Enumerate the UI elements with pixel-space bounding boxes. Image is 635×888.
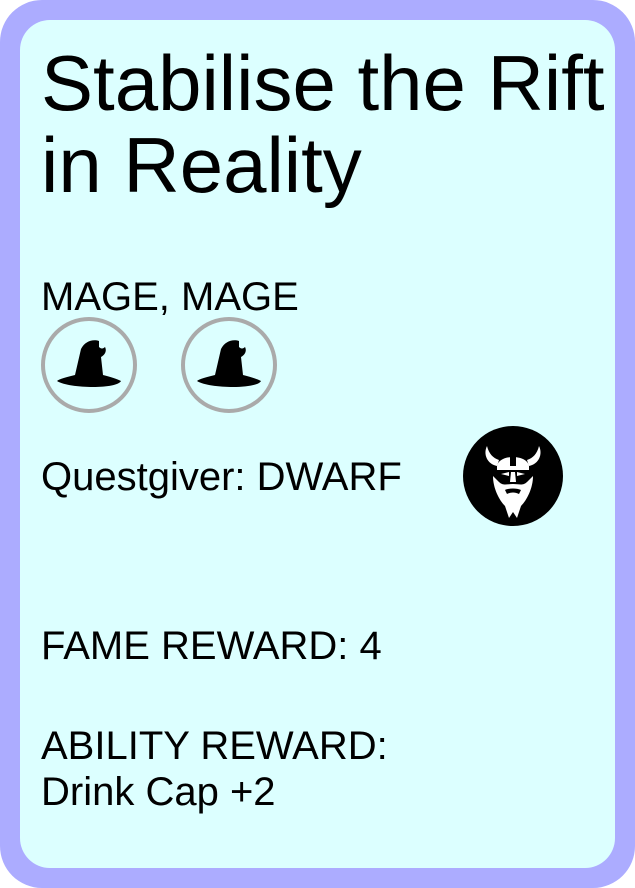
- ability-reward-label: ABILITY REWARD:: [41, 724, 388, 768]
- quest-card-body: Stabilise the Rift in Reality MAGE, MAGE…: [20, 20, 615, 868]
- questgiver-label: Questgiver: DWARF: [41, 455, 402, 499]
- quest-title-line-1: Stabilise the Rift: [41, 39, 605, 127]
- quest-title: Stabilise the Rift in Reality: [41, 42, 615, 206]
- ability-reward: ABILITY REWARD: Drink Cap +2: [41, 723, 388, 815]
- mage-hat-icon: [41, 317, 137, 413]
- mage-hat-icon: [181, 317, 277, 413]
- quest-title-line-2: in Reality: [41, 121, 362, 209]
- party-label: MAGE, MAGE: [41, 275, 299, 319]
- dwarf-viking-icon: [463, 426, 563, 526]
- quest-card: Stabilise the Rift in Reality MAGE, MAGE…: [0, 0, 635, 888]
- ability-reward-value: Drink Cap +2: [41, 770, 276, 814]
- fame-reward-label: FAME REWARD: 4: [41, 624, 382, 668]
